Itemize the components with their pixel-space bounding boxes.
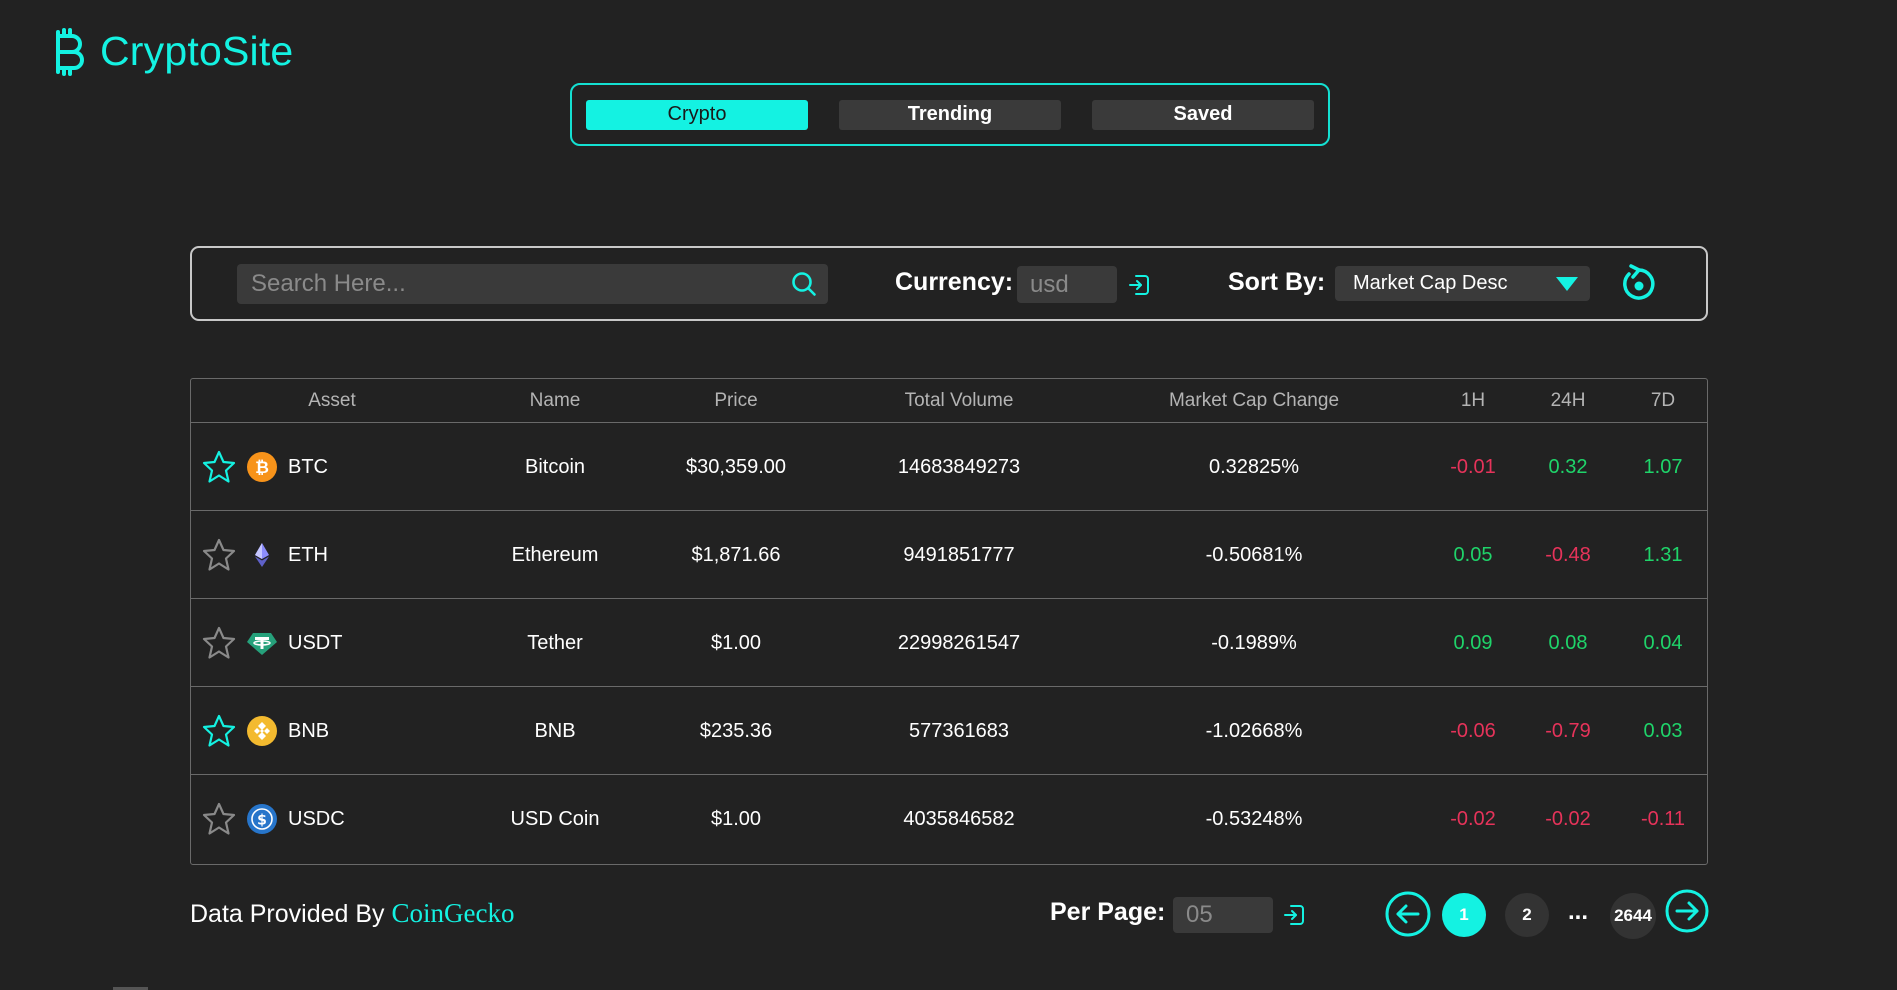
asset-volume: 14683849273 (897, 456, 1021, 478)
asset-mcap-change: -0.50681% (1205, 544, 1303, 566)
asset-change-1h: 0.05 (1453, 544, 1493, 566)
next-page-arrow-icon[interactable] (1664, 888, 1710, 934)
asset-change-24h: 0.32 (1548, 456, 1588, 478)
header-market-cap-change[interactable]: Market Cap Change (1169, 379, 1339, 423)
asset-price: $1.00 (710, 808, 762, 830)
asset-mcap-change: -1.02668% (1205, 720, 1303, 742)
crypto-table: Asset Name Price Total Volume Market Cap… (190, 378, 1708, 865)
caret-down-icon (1556, 277, 1578, 291)
asset-volume: 22998261547 (897, 632, 1021, 654)
table-header: Asset Name Price Total Volume Market Cap… (191, 379, 1707, 423)
asset-mcap-change: 0.32825% (1208, 456, 1300, 478)
page: CryptoSite Crypto Trending Saved Currenc… (0, 0, 1897, 990)
header-24h[interactable]: 24H (1551, 379, 1586, 423)
asset-name: Bitcoin (524, 456, 586, 478)
asset-mcap-change: -0.53248% (1205, 808, 1303, 830)
data-credit: Data Provided By CoinGecko (190, 898, 514, 929)
star-filled-icon[interactable] (201, 449, 237, 485)
asset-name: USD Coin (510, 808, 600, 830)
logo[interactable]: CryptoSite (50, 26, 293, 76)
table-row[interactable]: USDT Tether $1.00 22998261547 -0.1989% 0… (191, 599, 1707, 687)
asset-symbol: BTC (288, 456, 328, 478)
asset-change-1h: -0.06 (1450, 720, 1496, 742)
asset-volume: 9491851777 (903, 544, 1015, 566)
asset-change-1h: 0.09 (1453, 632, 1493, 654)
star-filled-icon[interactable] (201, 713, 237, 749)
bnb-icon (247, 716, 277, 746)
star-outline-icon[interactable] (201, 801, 237, 837)
tab-crypto[interactable]: Crypto (586, 99, 808, 130)
tab-trending[interactable]: Trending (839, 99, 1061, 130)
asset-change-7d: -0.11 (1640, 808, 1686, 830)
header-price[interactable]: Price (714, 379, 757, 423)
currency-label: Currency: (895, 268, 1014, 296)
asset-price: $30,359.00 (685, 456, 787, 478)
asset-volume: 577361683 (908, 720, 1010, 742)
page-button-1[interactable]: 1 (1442, 893, 1486, 937)
table-row[interactable]: ₿ BTC Bitcoin $30,359.00 14683849273 0.3… (191, 423, 1707, 511)
asset-change-1h: -0.01 (1450, 456, 1496, 478)
asset-change-24h: -0.48 (1545, 544, 1591, 566)
asset-change-1h: -0.02 (1450, 808, 1496, 830)
asset-change-24h: 0.08 (1548, 632, 1588, 654)
asset-change-7d: 0.03 (1643, 720, 1683, 742)
prev-page-arrow-icon[interactable] (1385, 891, 1431, 937)
svg-text:$: $ (257, 813, 267, 829)
page-button-last[interactable]: 2644 (1610, 893, 1656, 939)
sort-label: Sort By: (1228, 268, 1326, 296)
star-outline-icon[interactable] (201, 625, 237, 661)
asset-price: $235.36 (699, 720, 773, 742)
usdc-icon: $ (247, 804, 277, 834)
coingecko-link[interactable]: CoinGecko (392, 898, 515, 928)
tab-bar: Crypto Trending Saved (570, 83, 1330, 146)
sort-select[interactable]: Market Cap Desc (1335, 266, 1590, 301)
table-row[interactable]: ETH Ethereum $1,871.66 9491851777 -0.506… (191, 511, 1707, 599)
asset-symbol: USDT (288, 632, 343, 654)
tab-saved[interactable]: Saved (1092, 99, 1314, 130)
currency-submit-icon[interactable] (1127, 273, 1151, 297)
asset-price: $1.00 (710, 632, 762, 654)
app-name: CryptoSite (100, 27, 294, 74)
header-name[interactable]: Name (530, 379, 581, 423)
asset-price: $1,871.66 (691, 544, 781, 566)
filter-bar: Currency: Sort By: Market Cap Desc (190, 246, 1708, 321)
asset-name: Tether (527, 632, 583, 654)
asset-change-7d: 0.04 (1643, 632, 1683, 654)
table-row[interactable]: BNB BNB $235.36 577361683 -1.02668% -0.0… (191, 687, 1707, 775)
asset-change-7d: 1.07 (1643, 456, 1683, 478)
asset-mcap-change: -0.1989% (1211, 632, 1297, 654)
asset-symbol: BNB (288, 720, 330, 742)
asset-name: Ethereum (511, 544, 599, 566)
bitcoin-logo-icon (56, 28, 84, 76)
tether-icon (247, 633, 277, 655)
asset-symbol: USDC (288, 808, 345, 830)
page-ellipsis: ... (1568, 898, 1589, 925)
search-input[interactable] (237, 264, 790, 304)
asset-volume: 4035846582 (903, 808, 1015, 830)
asset-name: BNB (534, 720, 576, 742)
header-asset[interactable]: Asset (308, 379, 356, 423)
per-page-label: Per Page: (1050, 898, 1166, 926)
sort-value: Market Cap Desc (1353, 272, 1508, 294)
table-row[interactable]: $ USDC USD Coin $1.00 4035846582 -0.5324… (191, 775, 1707, 863)
per-page-submit-icon[interactable] (1282, 903, 1306, 927)
ethereum-icon (255, 543, 269, 567)
asset-symbol: ETH (288, 544, 328, 566)
header-7d[interactable]: 7D (1651, 379, 1675, 423)
bitcoin-icon: ₿ (247, 452, 277, 482)
svg-text:₿: ₿ (255, 458, 269, 478)
asset-change-24h: -0.79 (1545, 720, 1591, 742)
asset-change-24h: -0.02 (1545, 808, 1591, 830)
asset-change-7d: 1.31 (1643, 544, 1683, 566)
search-box (237, 264, 828, 304)
per-page-input[interactable] (1173, 897, 1273, 933)
currency-input[interactable] (1017, 266, 1117, 303)
header-total-volume[interactable]: Total Volume (905, 379, 1014, 423)
reset-icon[interactable] (1617, 262, 1661, 306)
search-icon[interactable] (790, 270, 818, 298)
star-outline-icon[interactable] (201, 537, 237, 573)
page-button-2[interactable]: 2 (1505, 893, 1549, 937)
credit-prefix: Data Provided By (190, 900, 385, 928)
header-1h[interactable]: 1H (1461, 379, 1485, 423)
